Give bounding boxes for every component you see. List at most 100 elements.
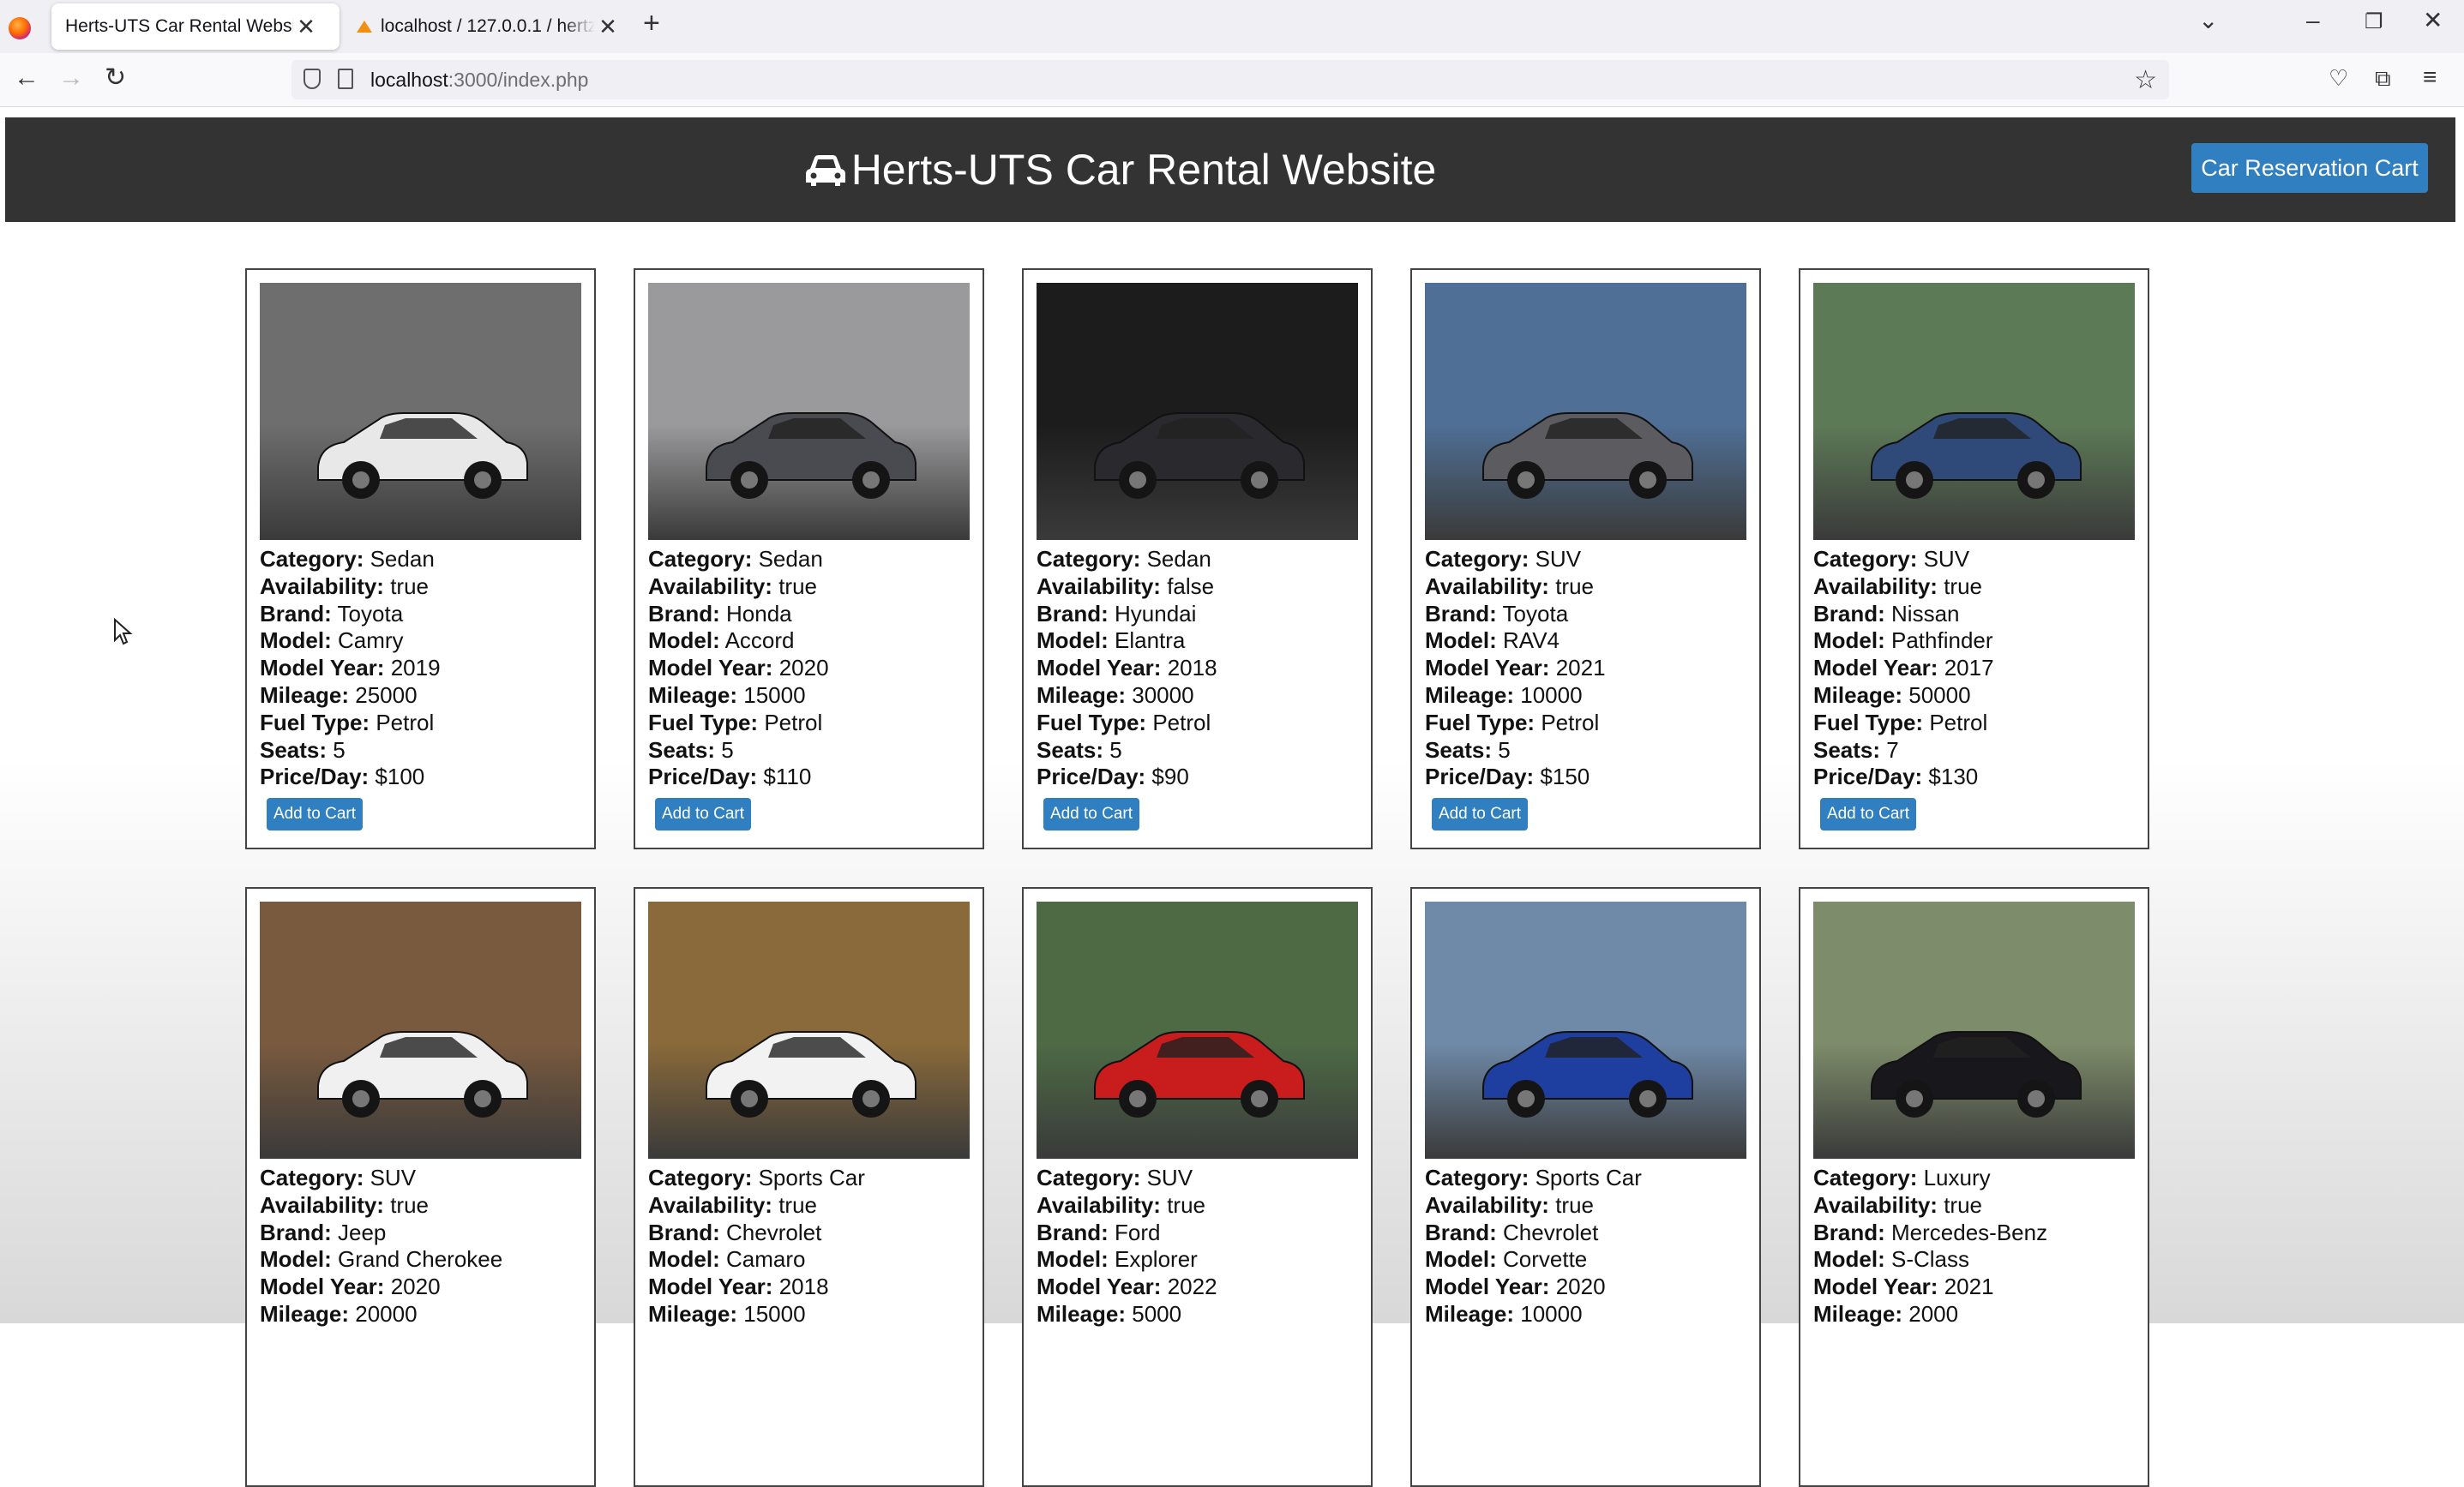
page-info-icon[interactable]	[338, 69, 353, 89]
detail-value: true	[778, 573, 818, 599]
car-detail-category: Category: Luxury	[1813, 1165, 2148, 1192]
menu-icon[interactable]: ≡	[2423, 65, 2437, 89]
close-window-icon[interactable]: ✕	[2423, 9, 2443, 33]
car-detail-mileage: Mileage: 25000	[260, 682, 594, 710]
detail-value: Jeep	[338, 1219, 387, 1245]
car-detail-brand: Brand: Toyota	[260, 601, 594, 628]
restore-icon[interactable]: ❐	[2365, 12, 2383, 33]
detail-value: RAV4	[1503, 627, 1560, 654]
car-details: Category: Sports Car Availability: true Br…	[1425, 1165, 1759, 1328]
car-photo	[1425, 283, 1746, 540]
car-photo	[648, 902, 970, 1159]
add-to-cart-button[interactable]: Add to Cart	[1043, 798, 1139, 831]
detail-value: SUV	[1146, 1165, 1193, 1190]
detail-label: Seats:	[1425, 736, 1493, 763]
tab-list-chevron-icon[interactable]: ⌄	[2198, 9, 2218, 33]
detail-value: Toyota	[337, 600, 404, 627]
detail-value: Camry	[338, 627, 404, 654]
detail-value: false	[1167, 573, 1215, 599]
car-reservation-cart-button[interactable]: Car Reservation Cart	[2191, 143, 2428, 193]
add-to-cart-button[interactable]: Add to Cart	[267, 798, 363, 831]
page-viewport: Herts-UTS Car Rental Website Car Reserva…	[0, 107, 2464, 1487]
detail-value: $150	[1540, 764, 1590, 790]
detail-value: Mercedes-Benz	[1891, 1219, 2048, 1245]
back-icon[interactable]: ←	[14, 65, 39, 91]
detail-value: 7	[1886, 736, 1899, 763]
detail-label: Fuel Type:	[260, 709, 370, 735]
car-silhouette-icon	[705, 1031, 916, 1118]
url-path: :3000/index.php	[448, 69, 589, 91]
detail-value: $90	[1151, 764, 1189, 790]
address-bar[interactable]: localhost:3000/index.php ☆	[291, 60, 2169, 99]
detail-label: Availability:	[1813, 1191, 1938, 1218]
url-text[interactable]: localhost:3000/index.php	[370, 69, 588, 92]
new-tab-icon[interactable]: +	[643, 9, 660, 38]
tab-car-rental[interactable]: Herts-UTS Car Rental Website ✕	[51, 3, 340, 50]
extensions-icon[interactable]: ⧉	[2375, 67, 2391, 89]
car-card: Category: Sports Car Availability: true Br…	[1410, 887, 1761, 1487]
tracking-shield-icon[interactable]	[303, 69, 321, 89]
car-detail-seats: Seats: 5	[1037, 737, 1371, 764]
close-tab-icon[interactable]: ✕	[293, 15, 319, 38]
reload-icon[interactable]: ↻	[105, 65, 126, 91]
detail-value: Grand Cherokee	[338, 1246, 503, 1273]
detail-label: Model Year:	[1037, 655, 1162, 681]
bookmark-star-icon[interactable]: ☆	[2134, 65, 2157, 95]
car-detail-price: Price/Day: $100	[260, 764, 594, 791]
car-silhouette-icon	[1870, 1031, 2082, 1118]
detail-label: Model Year:	[1425, 655, 1550, 681]
car-card: Category: SUV Availability: true Brand: Je…	[245, 887, 596, 1487]
car-detail-mileage: Mileage: 10000	[1425, 1301, 1759, 1328]
car-detail-seats: Seats: 5	[260, 737, 594, 764]
car-card: Category: Sedan Availability: false Brand:…	[1022, 268, 1373, 849]
detail-label: Price/Day:	[260, 764, 370, 790]
detail-label: Model:	[648, 1246, 720, 1273]
forward-icon[interactable]: →	[58, 65, 84, 91]
detail-label: Brand:	[1425, 600, 1497, 627]
detail-label: Model Year:	[260, 655, 385, 681]
minimize-icon[interactable]: –	[2306, 9, 2320, 33]
car-detail-price: Price/Day: $90	[1037, 764, 1371, 791]
add-to-cart-button[interactable]: Add to Cart	[1432, 798, 1528, 831]
detail-value: true	[390, 1191, 430, 1218]
tab-phpmyadmin[interactable]: localhost / 127.0.0.1 / hertz_ ✕	[346, 3, 621, 50]
close-tab-icon[interactable]: ✕	[595, 15, 621, 38]
detail-value: SUV	[370, 1165, 417, 1190]
car-detail-category: Category: SUV	[1813, 546, 2148, 573]
detail-value: Sedan	[1146, 546, 1211, 572]
detail-value: true	[1167, 1191, 1206, 1218]
site-title-text: Herts-UTS Car Rental Website	[850, 146, 1437, 194]
detail-value: 10000	[1520, 1300, 1583, 1327]
add-to-cart-button[interactable]: Add to Cart	[1820, 798, 1916, 831]
detail-label: Category:	[260, 546, 364, 572]
detail-value: Hyundai	[1115, 600, 1197, 627]
detail-label: Mileage:	[1037, 681, 1127, 708]
car-detail-category: Category: Sedan	[1037, 546, 1371, 573]
car-details: Category: Sedan Availability: true Brand: …	[648, 546, 983, 791]
car-detail-mileage: Mileage: 15000	[648, 682, 983, 710]
detail-label: Availability:	[260, 573, 384, 599]
car-detail-model-year: Model Year: 2019	[260, 655, 594, 682]
detail-value: Petrol	[764, 709, 823, 735]
detail-value: 25000	[355, 681, 418, 708]
detail-label: Mileage:	[1425, 1300, 1515, 1327]
detail-value: Petrol	[1929, 709, 1988, 735]
car-silhouette-icon	[1481, 412, 1693, 499]
detail-label: Mileage:	[648, 681, 738, 708]
car-detail-availability: Availability: true	[260, 573, 594, 601]
detail-label: Model:	[1425, 627, 1497, 654]
pocket-icon[interactable]: ♡	[2329, 67, 2348, 89]
phpmyadmin-favicon-icon	[355, 19, 374, 34]
detail-value: 2018	[778, 1274, 829, 1300]
detail-label: Availability:	[1813, 573, 1938, 599]
site-title: Herts-UTS Car Rental Website	[5, 117, 2234, 222]
detail-label: Model Year:	[1425, 1274, 1550, 1300]
detail-value: Toyota	[1502, 600, 1569, 627]
detail-label: Price/Day:	[648, 764, 758, 790]
detail-value: 5	[1498, 736, 1511, 763]
detail-value: Corvette	[1503, 1246, 1588, 1273]
tab-title: Herts-UTS Car Rental Website	[65, 16, 293, 36]
add-to-cart-button[interactable]: Add to Cart	[655, 798, 751, 831]
car-card: Category: Sedan Availability: true Brand: …	[245, 268, 596, 849]
detail-label: Availability:	[1425, 573, 1549, 599]
